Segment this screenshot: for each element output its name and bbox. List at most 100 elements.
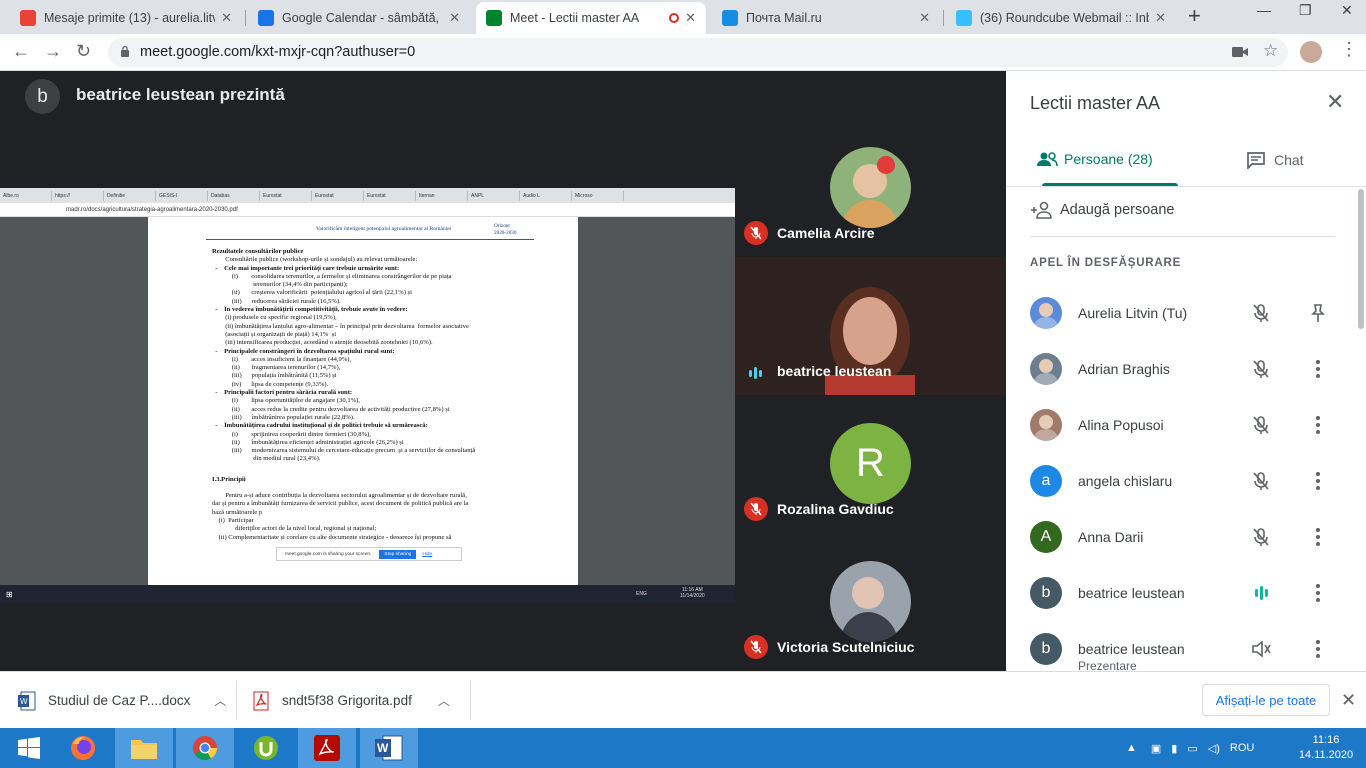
close-tab-icon[interactable]: ✕: [449, 10, 460, 26]
add-people-button[interactable]: Adaugă persoane: [1030, 201, 1175, 219]
pdf-page-header: Valorificăm inteligent potențialul agroa…: [206, 223, 534, 240]
more-icon[interactable]: [1307, 638, 1329, 660]
more-icon[interactable]: [1307, 414, 1329, 436]
close-tab-icon[interactable]: ✕: [685, 10, 696, 26]
pdf-text-line: (i) acces insuficient la finanțare (44,9…: [212, 355, 352, 363]
participant-row[interactable]: Alina Popusoi: [1030, 409, 1350, 457]
mic-off-icon[interactable]: [1250, 470, 1272, 492]
windows-start-icon[interactable]: [0, 728, 58, 768]
presenter-avatar: b: [25, 79, 60, 114]
volume-icon[interactable]: ◁): [1208, 742, 1220, 755]
participant-tile[interactable]: R Rozalina Gavdiuc: [735, 395, 1006, 533]
pdf-text-line: - Cele mai importante trei priorități ca…: [212, 264, 400, 272]
mic-off-icon[interactable]: [1250, 302, 1272, 324]
presenter-title: beatrice leustean prezintă: [76, 85, 285, 104]
word-icon[interactable]: W: [360, 728, 418, 768]
participant-tile-active[interactable]: beatrice leustean: [735, 257, 1006, 395]
network-icon[interactable]: ▣: [1151, 742, 1161, 755]
utorrent-icon[interactable]: [237, 728, 295, 768]
address-bar[interactable]: meet.google.com/kxt-mxjr-cqn?authuser=0: [108, 38, 1288, 67]
new-tab-icon[interactable]: +: [1188, 5, 1201, 27]
show-all-downloads-button[interactable]: Afișați-le pe toate: [1202, 684, 1330, 716]
close-window-icon[interactable]: ✕: [1341, 2, 1353, 19]
pdf-header-left: Valorificăm inteligent potențialul agroa…: [316, 226, 452, 232]
browser-tab[interactable]: Google Calendar - sâmbătă, 14 n ✕: [248, 2, 470, 34]
more-icon[interactable]: [1307, 358, 1329, 380]
restore-icon[interactable]: ❐: [1299, 2, 1312, 19]
pdf-text-line: Pentru a-și aduce contribuția la dezvolt…: [212, 492, 467, 500]
forward-icon[interactable]: →: [44, 41, 62, 62]
pdf-text-line: (ii) Complementaritate și corelare cu al…: [212, 533, 452, 541]
presentation-audio-off-icon[interactable]: [1250, 638, 1272, 660]
add-person-icon: [1031, 201, 1052, 219]
pdf-icon: [253, 691, 269, 710]
browser-tab-label: Google Calendar - sâmbătă, 14 n: [282, 11, 443, 25]
participant-avatar: b: [1030, 577, 1062, 609]
pdf-text-line: - În vederea îmbunătățirii competitivită…: [212, 306, 408, 314]
chevron-up-icon[interactable]: ︿: [214, 692, 226, 709]
participant-row[interactable]: Aurelia Litvin (Tu): [1030, 297, 1350, 345]
shared-taskbar: ⊞ ENG 11:16 AM 11/14/2020: [0, 585, 735, 603]
word-doc-icon: W: [18, 691, 36, 710]
camera-icon[interactable]: [1232, 45, 1248, 59]
shared-clock-date: 11/14/2020: [680, 593, 705, 599]
reload-icon[interactable]: ↻: [76, 41, 91, 62]
download-item[interactable]: W Studiul de Caz P....docx ︿: [18, 672, 226, 729]
minimize-icon[interactable]: —: [1257, 2, 1271, 18]
stop-sharing-button[interactable]: Stop sharing: [379, 549, 417, 559]
acrobat-icon[interactable]: [298, 728, 356, 768]
close-tab-icon[interactable]: ✕: [1155, 10, 1166, 26]
participant-row[interactable]: a angela chislaru: [1030, 465, 1350, 513]
profile-avatar[interactable]: [1300, 41, 1322, 63]
language-indicator[interactable]: ROU: [1230, 742, 1254, 754]
mic-off-icon: [744, 497, 768, 521]
participant-tile[interactable]: Victoria Scutelniciuc: [735, 533, 1006, 671]
participant-photo: [830, 561, 911, 642]
participant-tile[interactable]: Camelia Arcire: [735, 119, 1006, 257]
participant-row[interactable]: Adrian Braghis: [1030, 353, 1350, 401]
chrome-icon[interactable]: [176, 728, 234, 768]
participant-row[interactable]: A Anna Darii: [1030, 521, 1350, 569]
pdf-text-line: (ii) creșterea valorificării potențialul…: [212, 289, 412, 297]
browser-tab[interactable]: Mesaje primite (13) - aurelia.litvi ✕: [10, 2, 242, 34]
more-icon[interactable]: [1307, 582, 1329, 604]
taskbar-clock[interactable]: 11:16 14.11.2020: [1296, 733, 1356, 763]
pdf-page: Valorificăm inteligent potențialul agroa…: [148, 217, 578, 585]
lock-icon: [121, 45, 129, 57]
display-icon[interactable]: ▭: [1187, 742, 1197, 755]
mic-off-icon[interactable]: [1250, 358, 1272, 380]
tab-people[interactable]: Persoane (28): [1036, 151, 1153, 167]
pin-icon[interactable]: [1307, 302, 1329, 324]
close-icon[interactable]: ✕: [1326, 91, 1344, 113]
download-item[interactable]: sndt5f38 Grigorita.pdf ︿: [252, 672, 450, 729]
mic-off-icon: [744, 221, 768, 245]
more-icon[interactable]: [1307, 526, 1329, 548]
divider: [1030, 236, 1335, 237]
mic-off-icon[interactable]: [1250, 414, 1272, 436]
clock-time: 11:16: [1312, 734, 1340, 746]
back-icon[interactable]: ←: [12, 41, 30, 62]
close-tab-icon[interactable]: ✕: [221, 10, 232, 26]
chevron-up-icon[interactable]: ︿: [438, 692, 450, 709]
battery-icon[interactable]: ▮: [1171, 742, 1177, 755]
show-hidden-icons-icon[interactable]: ▲: [1126, 742, 1137, 754]
participant-row[interactable]: b beatrice leustean: [1030, 577, 1350, 625]
tab-chat[interactable]: Chat: [1246, 151, 1304, 169]
bookmark-star-icon[interactable]: ☆: [1263, 41, 1278, 61]
more-icon[interactable]: [1307, 470, 1329, 492]
browser-tab[interactable]: Meet - Lectii master AA ✕: [476, 2, 706, 34]
hide-link[interactable]: Hide: [422, 552, 432, 557]
browser-tab[interactable]: (36) Roundcube Webmail :: Inbo ✕: [946, 2, 1176, 34]
person-silhouette-icon: [1033, 359, 1059, 385]
firefox-icon[interactable]: [54, 728, 112, 768]
participant-avatar: [1030, 297, 1062, 329]
mic-off-icon[interactable]: [1250, 526, 1272, 548]
close-icon[interactable]: ✕: [1341, 690, 1356, 711]
file-explorer-icon[interactable]: [115, 728, 173, 768]
browser-menu-icon[interactable]: ⋮: [1340, 39, 1358, 60]
shared-tab: Iternan: [416, 190, 468, 201]
pdf-text-line: (i) consolidarea terenurilor, a fermelor…: [212, 272, 452, 280]
browser-tab[interactable]: Почта Mail.ru ✕: [712, 2, 940, 34]
close-tab-icon[interactable]: ✕: [919, 10, 930, 26]
scrollbar[interactable]: [1358, 189, 1364, 329]
